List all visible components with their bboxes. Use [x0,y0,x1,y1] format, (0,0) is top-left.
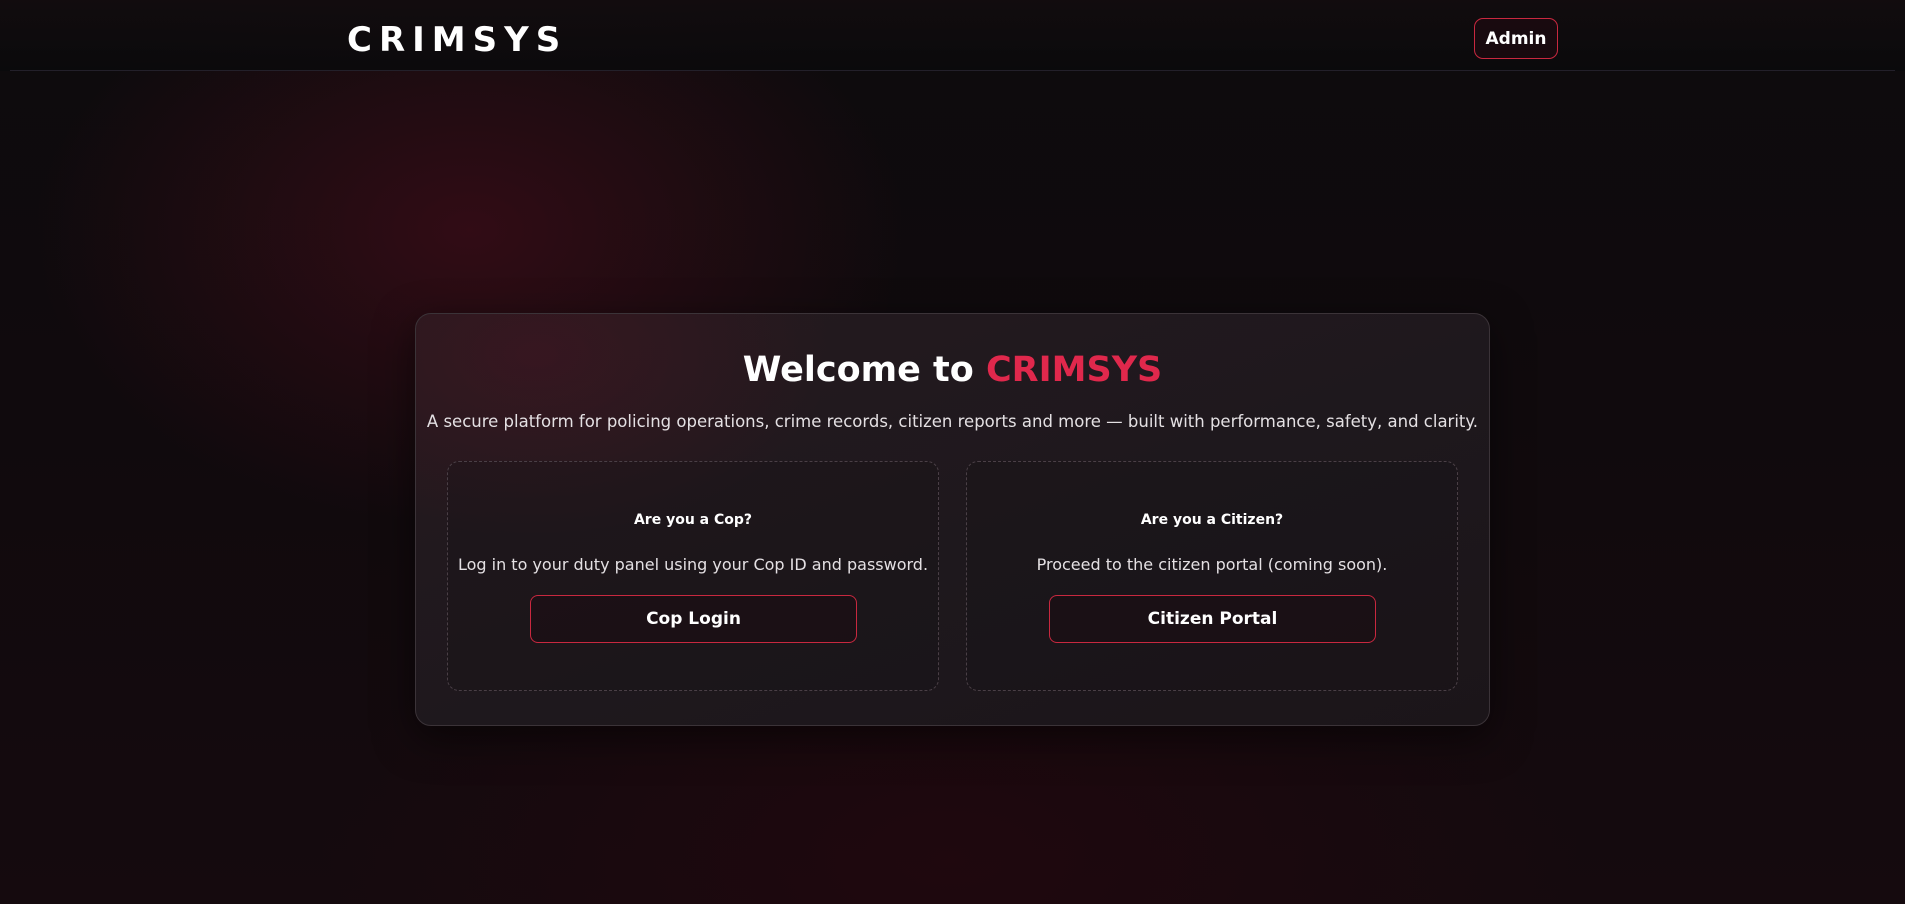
welcome-brand: CRIMSYS [986,350,1163,390]
top-navbar: CRIMSYS Admin [0,0,1905,71]
welcome-card: Welcome to CRIMSYS A secure platform for… [415,313,1490,726]
welcome-heading: Welcome to CRIMSYS [416,348,1489,392]
welcome-prefix: Welcome to [742,350,974,390]
citizen-panel: Are you a Citizen? Proceed to the citize… [966,461,1458,691]
citizen-portal-button[interactable]: Citizen Portal [1049,595,1376,643]
brand-logo[interactable]: CRIMSYS [347,16,567,64]
cop-panel-description: Log in to your duty panel using your Cop… [457,555,929,574]
navbar-divider [10,70,1895,71]
welcome-subtitle: A secure platform for policing operation… [426,412,1479,431]
cop-panel-title: Are you a Cop? [633,512,753,528]
admin-button[interactable]: Admin [1474,18,1558,59]
citizen-panel-description: Proceed to the citizen portal (coming so… [1036,555,1388,574]
cop-login-button[interactable]: Cop Login [530,595,857,643]
cop-panel: Are you a Cop? Log in to your duty panel… [447,461,939,691]
citizen-panel-title: Are you a Citizen? [1140,512,1284,528]
